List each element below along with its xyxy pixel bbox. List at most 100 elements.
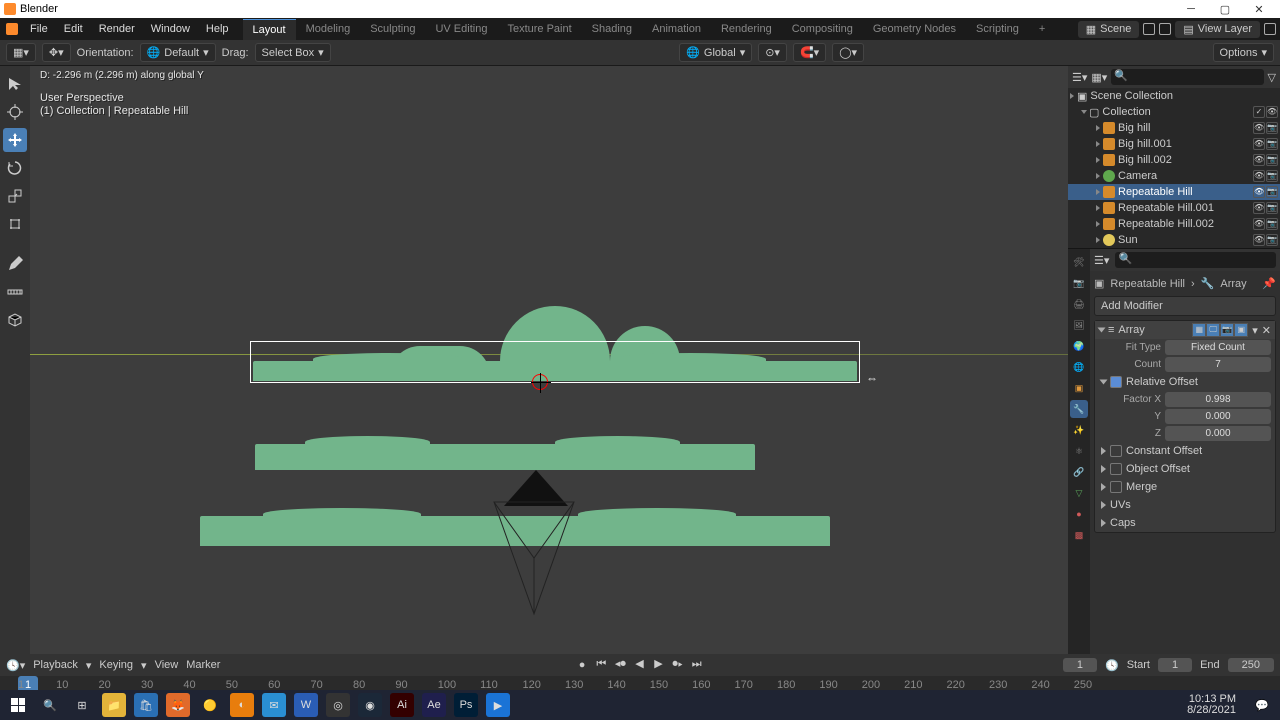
tree-collection[interactable]: ▢Collection✓👁 [1068,104,1280,120]
constant-offset-checkbox[interactable] [1110,445,1122,457]
app-steam-icon[interactable]: ◉ [358,693,382,717]
mod-vis-realtime-icon[interactable]: 🖵 [1206,323,1220,337]
menu-window[interactable]: Window [143,19,198,39]
app-ae-icon[interactable]: Ae [422,693,446,717]
modifier-name[interactable]: Array [1118,324,1144,336]
objoff-collapse[interactable] [1101,465,1106,473]
notifications-icon[interactable]: 💬 [1250,693,1274,717]
ptab-texture[interactable]: ▩ [1070,526,1088,544]
ws-geonodes[interactable]: Geometry Nodes [863,19,966,39]
panel-collapse-icon[interactable] [1098,328,1106,333]
jump-start-icon[interactable]: ⏮ [593,658,609,674]
app-mail-icon[interactable]: ✉ [262,693,286,717]
maximize-button[interactable]: ▢ [1208,0,1242,18]
editor-type-dropdown[interactable]: ▦▾ [6,43,36,62]
outliner-filter-icon[interactable]: ▽ [1268,71,1276,84]
sync-icon[interactable]: 🕓 [1105,659,1119,672]
ptab-tool[interactable]: 🛠 [1070,253,1088,271]
pivot-dropdown[interactable]: ⊙▾ [758,43,787,62]
eye-icon[interactable]: 👁 [1253,122,1265,134]
search-icon[interactable]: 🔍 [38,693,62,717]
proportional-toggle[interactable]: ◯▾ [832,43,864,62]
ptab-particle[interactable]: ✨ [1070,421,1088,439]
eye-icon[interactable]: 👁 [1253,218,1265,230]
ws-add[interactable]: + [1029,19,1055,39]
app-blender-icon[interactable]: ◐ [230,693,254,717]
play-reverse-icon[interactable]: ◀ [631,657,647,673]
ptab-object[interactable]: ▣ [1070,379,1088,397]
eye-icon[interactable]: 👁 [1253,170,1265,182]
render-vis-icon[interactable]: 📷 [1266,170,1278,182]
ptab-data[interactable]: ▽ [1070,484,1088,502]
tree-item[interactable]: Repeatable Hill👁📷 [1068,184,1280,200]
menu-edit[interactable]: Edit [56,19,91,39]
pin-icon[interactable]: 📌 [1262,277,1276,290]
ws-scripting[interactable]: Scripting [966,19,1029,39]
app-ai-icon[interactable]: Ai [390,693,414,717]
fit-type-dropdown[interactable]: Fixed Count [1165,340,1271,355]
app-firefox-icon[interactable]: 🦊 [166,693,190,717]
outliner-display-icon[interactable]: ▦▾ [1091,71,1107,84]
current-frame-field[interactable]: 1 [1063,658,1097,672]
app-obs-icon[interactable]: ◎ [326,693,350,717]
render-vis-icon[interactable]: 📷 [1266,138,1278,150]
tree-item[interactable]: Repeatable Hill.002👁📷 [1068,216,1280,232]
end-frame-field[interactable]: 250 [1228,658,1274,672]
ptab-render[interactable]: 📷 [1070,274,1088,292]
start-frame-field[interactable]: 1 [1158,658,1192,672]
options-dropdown[interactable]: Options▾ [1213,43,1274,62]
timeline-type-icon[interactable]: 🕓▾ [6,659,25,672]
ptab-material[interactable]: ● [1070,505,1088,523]
app-word-icon[interactable]: W [294,693,318,717]
tree-item[interactable]: Camera👁📷 [1068,168,1280,184]
new-scene-button[interactable] [1143,23,1155,35]
ptab-modifier[interactable]: 🔧 [1070,400,1088,418]
orientation-dropdown[interactable]: 🌐Default▾ [140,43,216,62]
tree-item[interactable]: Big hill.002👁📷 [1068,152,1280,168]
ws-compositing[interactable]: Compositing [782,19,863,39]
minimize-button[interactable]: ─ [1174,0,1208,18]
tree-item[interactable]: Big hill.001👁📷 [1068,136,1280,152]
mode-dropdown[interactable]: ✥▾ [42,43,71,62]
tool-cursor[interactable] [3,100,27,124]
ptab-output[interactable]: 🖨 [1070,295,1088,313]
tree-item[interactable]: Big hill👁📷 [1068,120,1280,136]
transform-orientation[interactable]: 🌐Global▾ [679,43,752,62]
tool-scale[interactable] [3,184,27,208]
render-vis-icon[interactable]: 📷 [1266,218,1278,230]
tree-item[interactable]: Repeatable Hill.001👁📷 [1068,200,1280,216]
viewlayer-selector[interactable]: ▤ View Layer [1175,21,1260,38]
reloff-collapse[interactable] [1100,380,1108,385]
keyframe-next-icon[interactable]: ⏺▸ [670,658,686,674]
mod-vis-cage-icon[interactable]: ▣ [1234,323,1248,337]
taskview-icon[interactable]: ⊞ [70,693,94,717]
ws-layout[interactable]: Layout [243,19,296,40]
prop-type-icon[interactable]: ☰▾ [1094,254,1109,267]
view-menu[interactable]: View [155,659,179,671]
play-icon[interactable]: ▶ [651,657,667,673]
merge-checkbox[interactable] [1110,481,1122,493]
scene-selector[interactable]: ▦ Scene [1078,21,1140,38]
ptab-world[interactable]: 🌐 [1070,358,1088,376]
modifier-visibility-buttons[interactable]: ▦ 🖵 📷 ▣ [1192,323,1248,337]
tool-move[interactable] [3,128,27,152]
outliner-tree[interactable]: ▣Scene Collection ▢Collection✓👁 Big hill… [1068,88,1280,248]
tool-measure[interactable] [3,280,27,304]
app-chrome-icon[interactable]: 🟡 [198,693,222,717]
start-button[interactable] [6,693,30,717]
uvs-collapse[interactable] [1101,501,1106,509]
mod-vis-render-icon[interactable]: 📷 [1220,323,1234,337]
playback-menu[interactable]: Playback [33,659,78,671]
ws-uv[interactable]: UV Editing [425,19,497,39]
delete-scene-button[interactable] [1159,23,1171,35]
object-offset-checkbox[interactable] [1110,463,1122,475]
render-vis-icon[interactable]: 📷 [1266,234,1278,246]
3d-viewport[interactable]: D: -2.296 m (2.296 m) along global Y Use… [30,66,1068,654]
outliner-search[interactable]: 🔍 [1111,69,1263,85]
count-field[interactable]: 7 [1165,357,1271,372]
autokey-toggle[interactable]: ● [579,659,586,671]
ptab-scene[interactable]: 🌍 [1070,337,1088,355]
eye-icon[interactable]: 👁 [1253,234,1265,246]
snap-toggle[interactable]: 🧲▾ [793,43,826,62]
tool-select-box[interactable] [3,72,27,96]
